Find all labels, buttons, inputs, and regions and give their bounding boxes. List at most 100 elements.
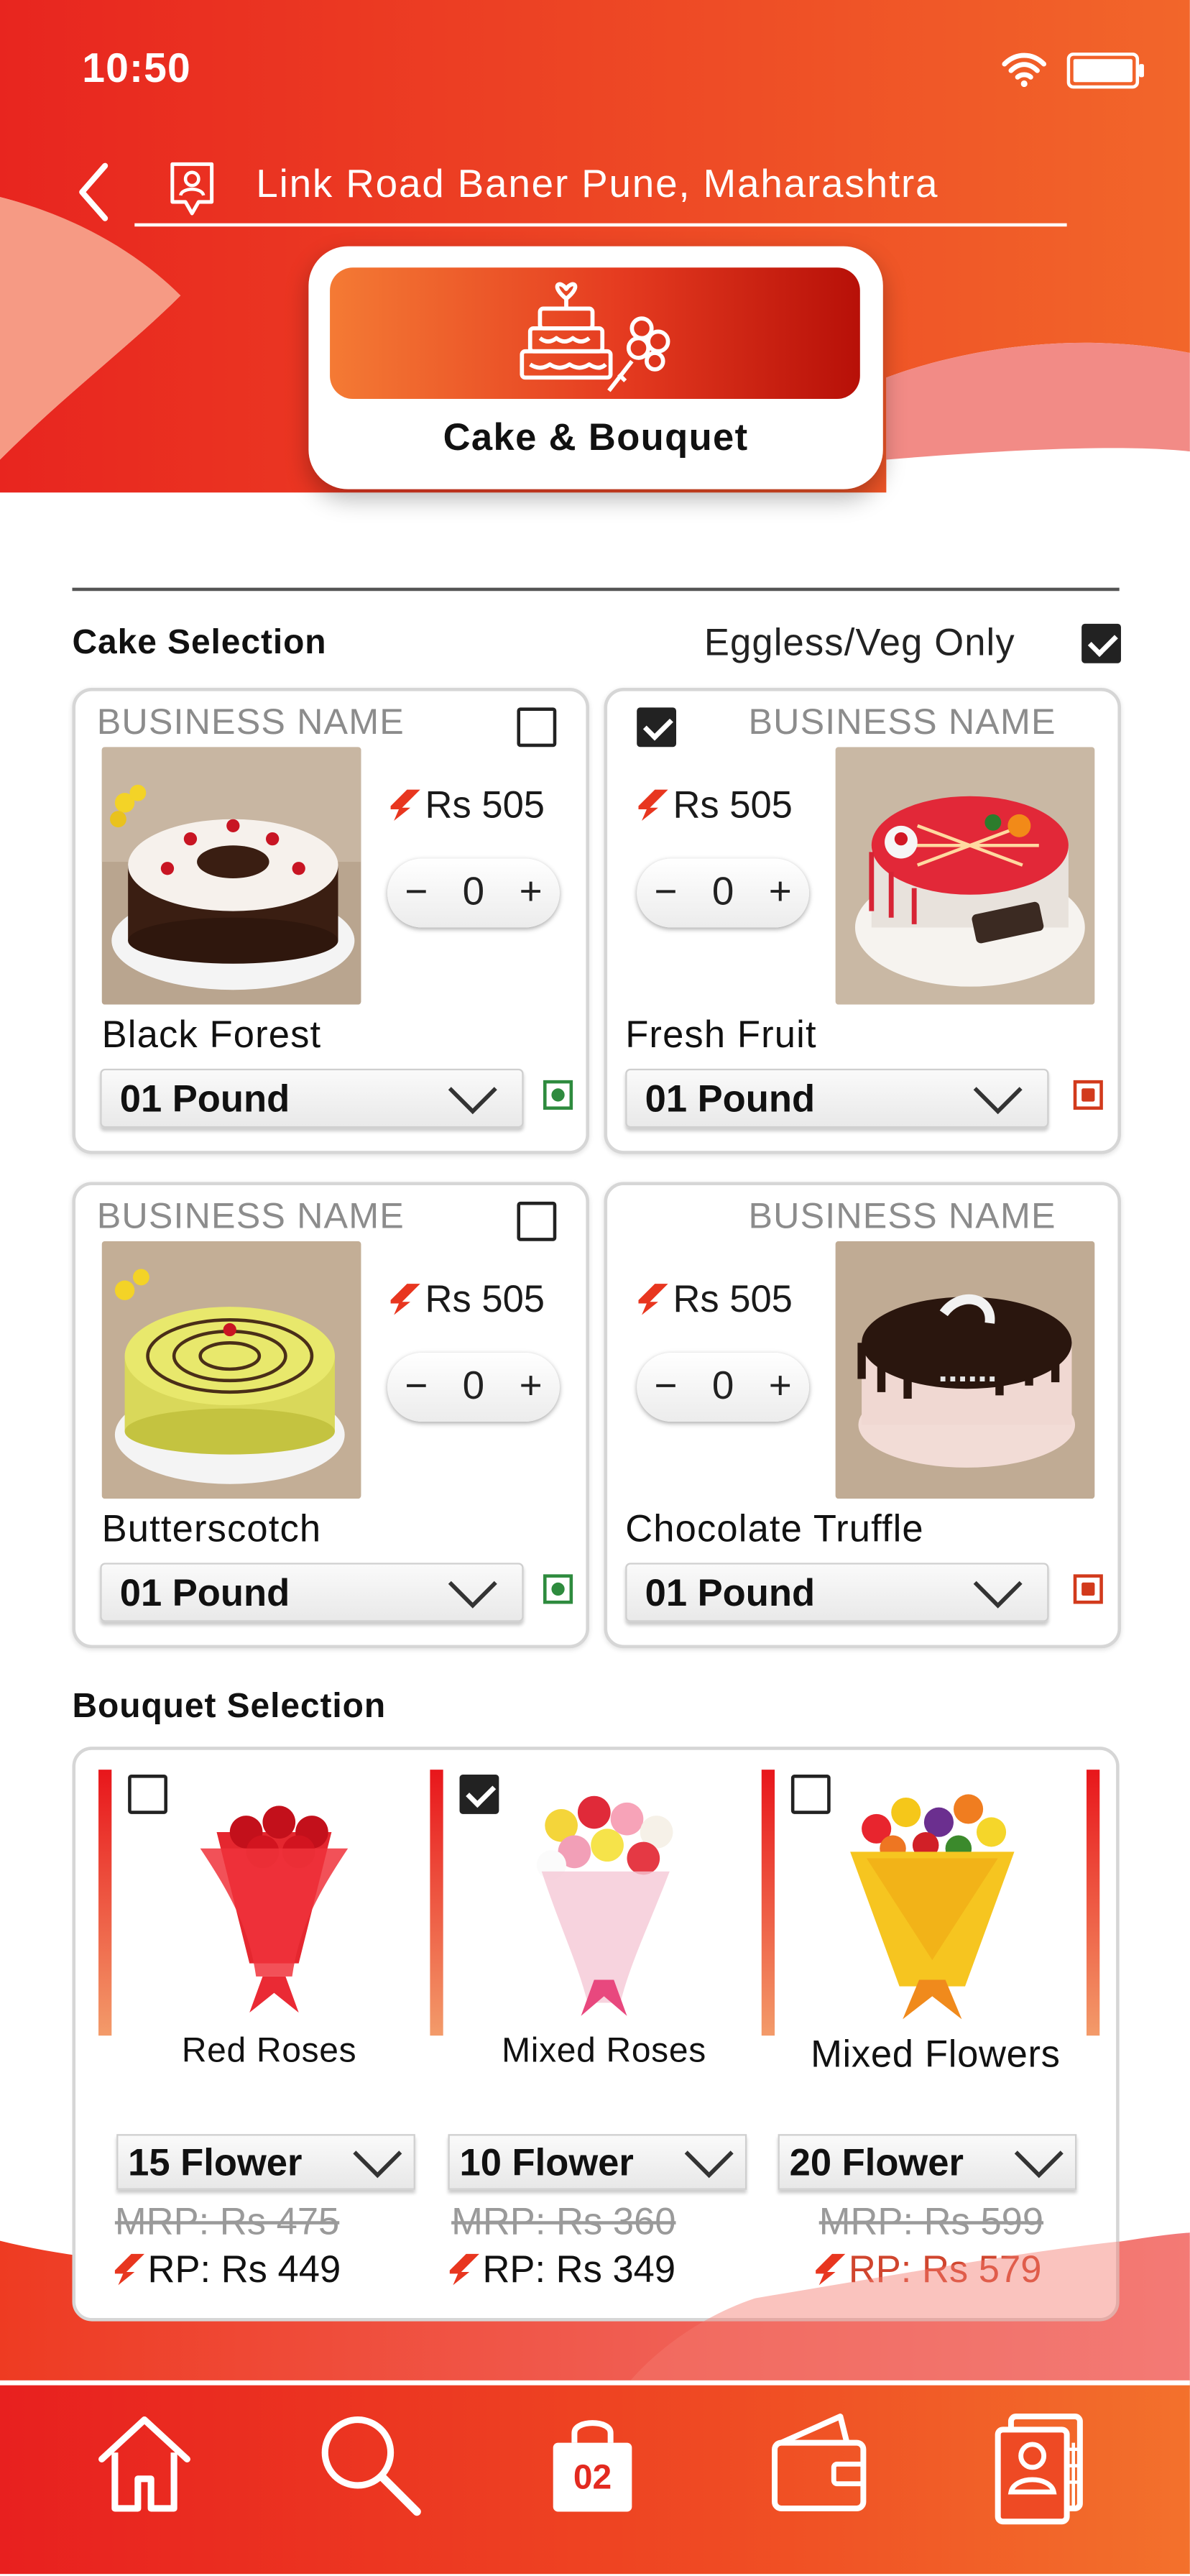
minus-button[interactable]: − (654, 870, 677, 916)
cake-size-dropdown[interactable]: 01 Pound (100, 1563, 524, 1622)
bouquet-select-checkbox[interactable] (459, 1775, 499, 1814)
cake-name: Fresh Fruit (625, 1013, 817, 1056)
business-name: BUSINESS NAME (96, 1195, 405, 1236)
cake-bouquet-icon (520, 282, 670, 392)
nonveg-mark-icon (1073, 1080, 1103, 1110)
cake-size-value: 01 Pound (119, 1077, 290, 1120)
chevron-down-icon (1014, 2150, 1064, 2179)
category-card[interactable]: Cake & Bouquet (308, 246, 883, 489)
search-icon[interactable] (315, 2410, 424, 2518)
back-arrow-icon[interactable] (72, 161, 114, 224)
status-time: 10:50 (82, 45, 191, 92)
cake-price: Rs 505 (635, 1277, 793, 1322)
cake-size-dropdown[interactable]: 01 Pound (625, 1068, 1049, 1128)
veg-mark-icon (543, 1080, 573, 1110)
mixed-roses-image (536, 1795, 673, 2016)
black-forest-cake-image (101, 747, 361, 1005)
cake-price: Rs 505 (387, 1277, 545, 1322)
category-button[interactable] (330, 267, 860, 400)
cake-size-dropdown[interactable]: 01 Pound (100, 1068, 524, 1128)
quantity-value: 0 (462, 1364, 485, 1409)
bouquet-count-dropdown[interactable]: 10 Flower (448, 2134, 747, 2190)
chevron-down-icon (684, 2150, 734, 2179)
home-icon[interactable] (92, 2410, 197, 2515)
plus-button[interactable]: + (769, 870, 792, 916)
bouquet-select-checkbox[interactable] (128, 1775, 167, 1814)
bouquet-accent-bar (1087, 1770, 1100, 2036)
eggless-filter-checkbox[interactable] (1081, 623, 1121, 663)
nonveg-mark-icon (1073, 1574, 1103, 1604)
price-tag-icon (390, 789, 420, 821)
cake-name: Butterscotch (101, 1506, 322, 1550)
bouquet-count-dropdown[interactable]: 20 Flower (778, 2134, 1077, 2190)
price-tag-icon (390, 1284, 420, 1315)
price-tag-icon (638, 789, 668, 821)
battery-icon (1066, 52, 1144, 89)
fresh-fruit-cake-image (835, 747, 1095, 1005)
cake-card-fresh-fruit[interactable]: BUSINESS NAME Rs 505 −0 + Fresh Fruit 01 … (604, 687, 1121, 1154)
location-text[interactable]: Link Road Baner Pune, Maharashtra (256, 162, 938, 208)
price-tag-icon (638, 1284, 668, 1315)
location-underline (134, 223, 1067, 227)
cake-card-black-forest[interactable]: BUSINESS NAME Rs 505 −0 + Black Forest 01… (72, 687, 589, 1154)
cake-size-dropdown[interactable]: 01 Pound (625, 1563, 1049, 1622)
quantity-stepper[interactable]: −0 + (637, 1353, 810, 1422)
bouquet-name: Red Roses (181, 2032, 357, 2071)
cake-select-checkbox[interactable] (637, 707, 677, 748)
bouquet-accent-bar (761, 1770, 775, 2036)
bottom-wave-overlay (623, 2235, 1190, 2389)
quantity-stepper[interactable]: −0 + (637, 858, 810, 928)
wallet-icon[interactable] (768, 2410, 870, 2512)
cake-size-value: 01 Pound (645, 1077, 816, 1120)
chevron-down-icon (448, 1087, 497, 1115)
bouquet-count-value: 15 Flower (128, 2140, 303, 2184)
category-label: Cake & Bouquet (443, 415, 749, 459)
cake-price-value: Rs 505 (673, 1276, 793, 1320)
cake-card-butterscotch[interactable]: BUSINESS NAME Rs 505 −0 + Butterscotch 0… (72, 1182, 589, 1649)
chevron-down-icon (973, 1581, 1023, 1609)
quantity-value: 0 (711, 1364, 734, 1409)
business-name: BUSINESS NAME (748, 701, 1056, 742)
chevron-down-icon (973, 1087, 1023, 1115)
cake-price-value: Rs 505 (425, 1276, 545, 1320)
bouquet-accent-bar (98, 1770, 112, 2036)
quantity-stepper[interactable]: −0 + (387, 858, 560, 928)
location-user-icon (170, 162, 214, 216)
minus-button[interactable]: − (405, 1364, 428, 1410)
minus-button[interactable]: − (654, 1364, 677, 1410)
cake-card-chocolate-truffle[interactable]: BUSINESS NAME Rs 505 −0 + Chocolate Truff… (604, 1182, 1121, 1649)
business-name: BUSINESS NAME (748, 1195, 1056, 1236)
eggless-filter-label: Eggless/Veg Only (704, 620, 1015, 663)
minus-button[interactable]: − (405, 870, 428, 916)
bouquet-count-value: 10 Flower (459, 2140, 634, 2184)
veg-mark-icon (543, 1574, 573, 1604)
profile-book-icon[interactable] (992, 2410, 1087, 2525)
chocolate-truffle-cake-image (835, 1241, 1095, 1499)
plus-button[interactable]: + (520, 1364, 543, 1410)
quantity-stepper[interactable]: −0 + (387, 1353, 560, 1422)
business-name: BUSINESS NAME (96, 701, 405, 742)
bouquet-name: Mixed Roses (502, 2032, 706, 2071)
cake-name: Black Forest (101, 1013, 322, 1056)
bouquet-count-dropdown[interactable]: 15 Flower (116, 2134, 415, 2190)
chevron-down-icon (353, 2150, 402, 2179)
plus-button[interactable]: + (769, 1364, 792, 1410)
mixed-flowers-image (850, 1794, 1015, 2020)
cake-select-checkbox[interactable] (517, 707, 557, 748)
bouquet-select-checkbox[interactable] (790, 1775, 831, 1814)
quantity-value: 0 (462, 870, 485, 915)
wifi-icon (1002, 52, 1047, 88)
plus-button[interactable]: + (520, 870, 543, 916)
cake-price-value: Rs 505 (425, 783, 545, 826)
cake-size-value: 01 Pound (645, 1570, 816, 1614)
bouquet-name: Mixed Flowers (811, 2032, 1061, 2075)
section-divider (72, 587, 1120, 592)
cake-price: Rs 505 (635, 783, 793, 827)
cake-section-title: Cake Selection (72, 623, 327, 662)
cart-bag-button[interactable]: 02 (548, 2413, 637, 2515)
cake-select-checkbox[interactable] (517, 1201, 557, 1241)
bouquet-count-value: 20 Flower (789, 2140, 964, 2184)
cake-price-value: Rs 505 (673, 783, 793, 826)
chevron-down-icon (448, 1581, 497, 1609)
cake-price: Rs 505 (387, 783, 545, 827)
